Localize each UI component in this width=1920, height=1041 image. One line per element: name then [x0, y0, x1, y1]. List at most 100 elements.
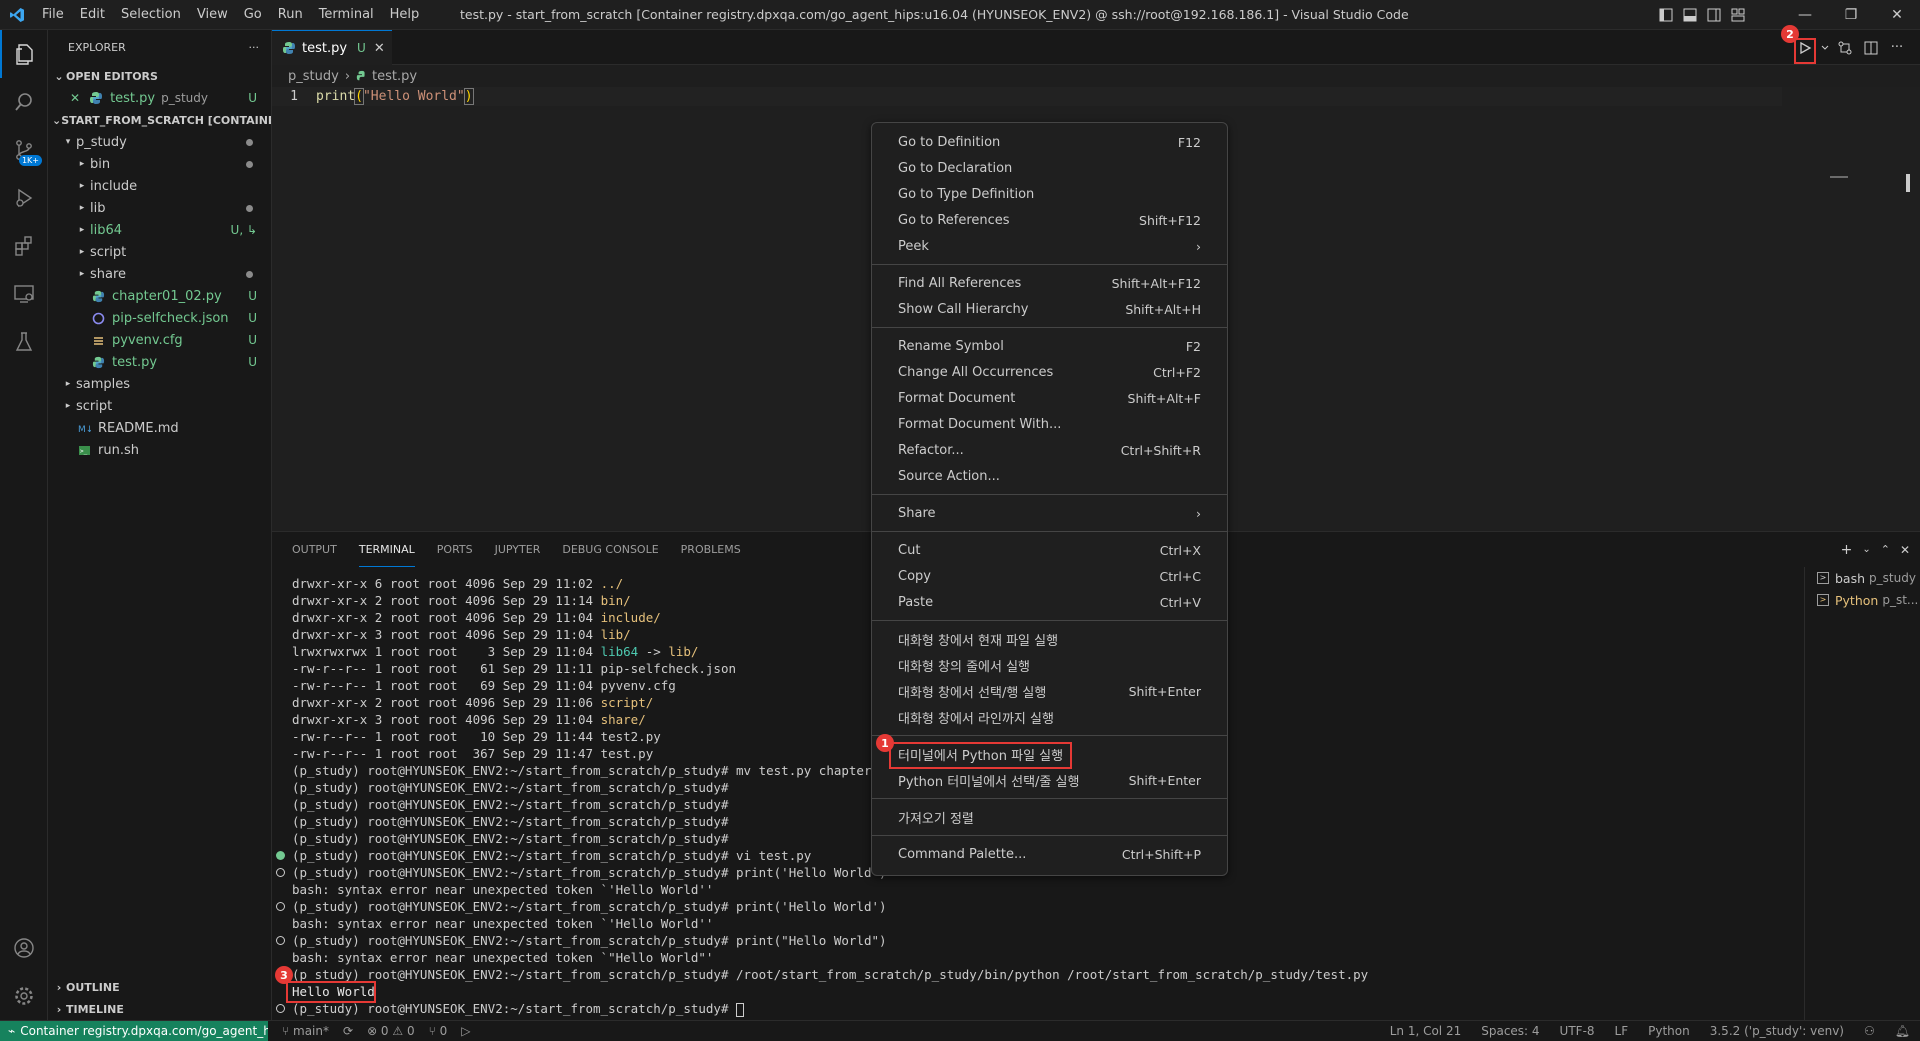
menu-help[interactable]: Help: [382, 0, 428, 30]
tree-item-script[interactable]: ▸ script: [48, 395, 271, 417]
context-menu-item[interactable]: Format Document With...: [876, 411, 1223, 437]
workspace-section[interactable]: ⌄ START_FROM_SCRATCH [CONTAINER...: [48, 109, 271, 131]
open-changes-icon[interactable]: [1832, 35, 1858, 61]
toggle-secondary-sidebar-icon[interactable]: [1702, 0, 1726, 30]
toggle-panel-icon[interactable]: [1678, 0, 1702, 30]
tree-item-lib64[interactable]: ▸ lib64 U, ↳: [48, 219, 271, 241]
customize-layout-icon[interactable]: [1726, 0, 1750, 30]
tree-item-samples[interactable]: ▸ samples: [48, 373, 271, 395]
context-menu-item[interactable]: 대화형 창의 줄에서 실행: [876, 652, 1223, 678]
context-menu-item[interactable]: Paste Ctrl+V: [876, 589, 1223, 615]
copilot-icon[interactable]: ⚇: [1864, 1024, 1875, 1038]
context-menu-item[interactable]: Cut Ctrl+X: [876, 537, 1223, 563]
tree-item-share[interactable]: ▸ share: [48, 263, 271, 285]
context-menu-item[interactable]: Show Call Hierarchy Shift+Alt+H: [876, 296, 1223, 322]
run-debug-icon[interactable]: [0, 174, 48, 222]
explorer-more-icon[interactable]: ···: [249, 41, 260, 54]
open-editors-section[interactable]: ⌄ OPEN EDITORS: [48, 65, 271, 87]
sync-icon[interactable]: ⟳: [343, 1024, 353, 1038]
remote-explorer-icon[interactable]: [0, 270, 48, 318]
command-decoration-icon[interactable]: [276, 902, 285, 911]
context-menu-item[interactable]: Python 터미널에서 선택/줄 실행 Shift+Enter: [876, 767, 1223, 793]
menu-selection[interactable]: Selection: [113, 0, 189, 30]
end-of-line[interactable]: LF: [1615, 1024, 1629, 1038]
context-menu-item[interactable]: Copy Ctrl+C: [876, 563, 1223, 589]
context-menu-item[interactable]: Go to Declaration: [876, 155, 1223, 181]
manage-gear-icon[interactable]: [0, 972, 48, 1020]
tree-item-readme-md[interactable]: M↓ README.md: [48, 417, 271, 439]
context-menu-item[interactable]: 가져오기 정렬: [876, 804, 1223, 830]
tree-item-chapter01-02-py[interactable]: chapter01_02.py U: [48, 285, 271, 307]
encoding[interactable]: UTF-8: [1560, 1024, 1595, 1038]
ports-indicator[interactable]: ⑂ 0: [429, 1024, 448, 1038]
editor-scrollbar[interactable]: [1906, 174, 1910, 192]
context-menu-item[interactable]: Find All References Shift+Alt+F12: [876, 270, 1223, 296]
indentation[interactable]: Spaces: 4: [1481, 1024, 1539, 1038]
menu-terminal[interactable]: Terminal: [311, 0, 382, 30]
run-dropdown-chevron-icon[interactable]: [1818, 35, 1832, 61]
branch-indicator[interactable]: ⑂ main*: [282, 1024, 329, 1038]
tree-item-pip-selfcheck-json[interactable]: pip-selfcheck.json U: [48, 307, 271, 329]
terminal-dropdown-chevron-icon[interactable]: ⌄: [1862, 544, 1870, 555]
close-window-icon[interactable]: ✕: [1874, 0, 1920, 30]
command-decoration-icon[interactable]: [276, 868, 285, 877]
command-decoration-icon[interactable]: [276, 936, 285, 945]
tree-item-test-py[interactable]: test.py U: [48, 351, 271, 373]
notifications-bell-icon[interactable]: 🔔︎: [1895, 1024, 1910, 1038]
context-menu-item[interactable]: Change All Occurrences Ctrl+F2: [876, 359, 1223, 385]
menu-edit[interactable]: Edit: [72, 0, 113, 30]
menu-go[interactable]: Go: [236, 0, 270, 30]
timeline-section[interactable]: › TIMELINE: [48, 998, 272, 1020]
command-success-icon[interactable]: [276, 851, 285, 860]
context-menu-item[interactable]: Format Document Shift+Alt+F: [876, 385, 1223, 411]
split-editor-icon[interactable]: [1858, 35, 1884, 61]
restore-icon[interactable]: ❐: [1828, 0, 1874, 30]
tree-item-lib[interactable]: ▸ lib: [48, 197, 271, 219]
context-menu-item[interactable]: 대화형 창에서 현재 파일 실행: [876, 626, 1223, 652]
tree-item-run-sh[interactable]: >_ run.sh: [48, 439, 271, 461]
tree-item-script[interactable]: ▸ script: [48, 241, 271, 263]
menu-file[interactable]: File: [34, 0, 72, 30]
panel-tab-debug-console[interactable]: DEBUG CONSOLE: [562, 532, 658, 567]
language-mode[interactable]: Python: [1648, 1024, 1690, 1038]
panel-tab-ports[interactable]: PORTS: [437, 532, 473, 567]
context-menu-item[interactable]: Refactor... Ctrl+Shift+R: [876, 437, 1223, 463]
remote-indicator[interactable]: ⌁ Container registry.dpxqa.com/go_agent_…: [0, 1020, 268, 1041]
tree-item-pyvenv-cfg[interactable]: pyvenv.cfg U: [48, 329, 271, 351]
cursor-position[interactable]: Ln 1, Col 21: [1390, 1024, 1462, 1038]
accounts-icon[interactable]: [0, 924, 48, 972]
maximize-panel-icon[interactable]: ⌃: [1881, 543, 1890, 556]
panel-tab-problems[interactable]: PROBLEMS: [681, 532, 741, 567]
code-line[interactable]: 1 print("Hello World"): [272, 87, 1782, 106]
extensions-icon[interactable]: [0, 222, 48, 270]
menu-run[interactable]: Run: [270, 0, 311, 30]
outline-section[interactable]: › OUTLINE: [48, 976, 272, 998]
context-menu-item[interactable]: Go to References Shift+F12: [876, 207, 1223, 233]
debug-launch-icon[interactable]: ▷: [461, 1024, 470, 1038]
testing-icon[interactable]: [0, 318, 48, 366]
tab-test-py[interactable]: test.py U ✕: [272, 30, 392, 65]
close-editor-icon[interactable]: ✕: [70, 91, 80, 105]
panel-tab-output[interactable]: OUTPUT: [292, 532, 337, 567]
menu-view[interactable]: View: [189, 0, 236, 30]
context-menu-item[interactable]: Command Palette... Ctrl+Shift+P: [876, 841, 1223, 867]
context-menu-item[interactable]: Rename Symbol F2: [876, 333, 1223, 359]
tree-item-include[interactable]: ▸ include: [48, 175, 271, 197]
context-menu-item[interactable]: Go to Type Definition: [876, 181, 1223, 207]
search-icon[interactable]: [0, 78, 48, 126]
toggle-sidebar-icon[interactable]: [1654, 0, 1678, 30]
tree-item-bin[interactable]: ▸ bin: [48, 153, 271, 175]
context-menu-item[interactable]: Source Action...: [876, 463, 1223, 489]
terminal-item-python[interactable]: > Python p_st...: [1805, 589, 1920, 611]
tab-close-icon[interactable]: ✕: [374, 41, 385, 56]
panel-tab-jupyter[interactable]: JUPYTER: [495, 532, 541, 567]
context-menu-item[interactable]: Go to Definition F12: [876, 129, 1223, 155]
terminal-item-bash[interactable]: > bash p_study: [1805, 567, 1920, 589]
context-menu-item[interactable]: 대화형 창에서 선택/행 실행 Shift+Enter: [876, 678, 1223, 704]
explorer-icon[interactable]: [0, 30, 48, 78]
breadcrumb-file[interactable]: test.py: [372, 69, 417, 84]
command-decoration-icon[interactable]: [276, 1004, 285, 1013]
context-menu-item[interactable]: Share ›: [876, 500, 1223, 526]
tree-item-p-study[interactable]: ▾ p_study: [48, 131, 271, 153]
new-terminal-icon[interactable]: +: [1841, 542, 1853, 558]
